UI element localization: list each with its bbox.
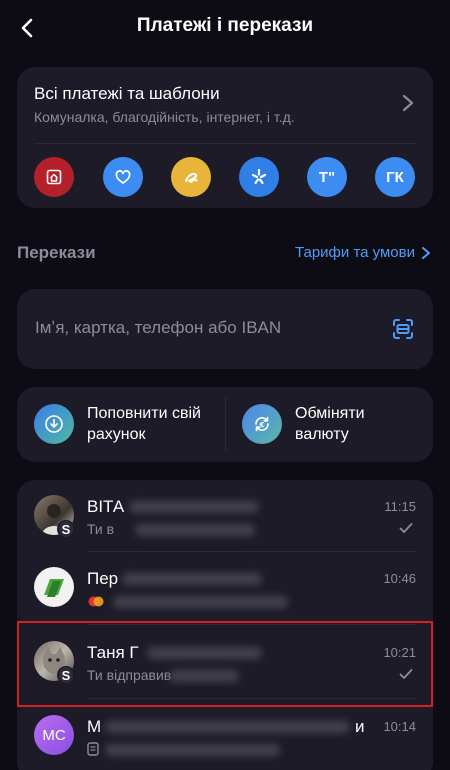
download-icon <box>45 415 63 433</box>
svg-text:€: € <box>259 421 265 429</box>
avatar-initials: МС <box>42 726 66 744</box>
topup-account-button[interactable]: Поповнити свій рахунок <box>17 387 225 462</box>
all-payments-card[interactable]: Всі платежі та шаблони Комуналка, благод… <box>17 67 433 208</box>
divider <box>34 143 416 144</box>
message-preview: Ти в <box>87 521 115 537</box>
contact-name: Пер <box>87 569 119 588</box>
privatbank-logo-icon <box>44 579 64 597</box>
shortcut-template-gk[interactable]: ГК <box>375 157 415 197</box>
timestamp: 10:14 <box>383 719 416 734</box>
shortcut-kyivstar[interactable] <box>239 157 279 197</box>
tariffs-link-label: Тарифи та умови <box>295 244 415 261</box>
exchange-icon-wrap: € <box>242 404 282 444</box>
topup-label: Поповнити свій рахунок <box>87 405 201 443</box>
avatar: МС <box>34 715 74 755</box>
document-icon <box>87 742 99 756</box>
topup-icon-wrap <box>34 404 74 444</box>
chevron-right-icon <box>422 246 430 259</box>
shortcut-charity[interactable] <box>103 157 143 197</box>
scan-card-icon[interactable] <box>391 317 415 341</box>
selection-highlight-box <box>17 621 433 707</box>
avatar <box>34 567 74 607</box>
home-icon <box>46 169 62 185</box>
mastercard-icon <box>88 596 104 607</box>
currency-exchange-icon: € <box>255 416 269 432</box>
all-payments-subtitle: Комуналка, благодійність, інтернет, і т.… <box>34 109 295 125</box>
redacted-text <box>135 524 255 536</box>
timestamp: 10:46 <box>383 571 416 586</box>
redacted-text <box>113 596 288 608</box>
shortcut-label: ГК <box>386 168 404 186</box>
heart-icon <box>115 170 131 184</box>
redacted-text <box>105 744 280 756</box>
exchange-label: Обміняти валюту <box>295 405 365 443</box>
redacted-text <box>122 573 262 585</box>
tariffs-link[interactable]: Тарифи та умови <box>295 244 431 261</box>
shortcut-label: Т" <box>318 168 336 186</box>
contact-name: М <box>87 717 102 736</box>
contact-name: ВІТА <box>87 497 125 516</box>
exchange-currency-button[interactable]: € Обміняти валюту <box>225 387 433 462</box>
quick-actions-card: Поповнити свій рахунок € Обміняти валюту <box>17 387 433 462</box>
shortcut-template-t[interactable]: Т" <box>307 157 347 197</box>
transfers-section-label: Перекази <box>17 243 96 262</box>
search-placeholder: Імʼя, картка, телефон або IBAN <box>35 318 282 337</box>
timestamp: 11:15 <box>384 499 416 514</box>
list-item[interactable]: Пер 10:46 <box>17 552 433 625</box>
shortcut-lifecell[interactable] <box>171 157 211 197</box>
list-item[interactable]: МС М и 10:14 <box>17 700 433 770</box>
redacted-text <box>129 501 259 513</box>
recipient-search-field[interactable]: Імʼя, картка, телефон або IBAN <box>17 289 433 369</box>
contact-name-suffix: и <box>355 717 365 736</box>
lifecell-icon <box>185 172 198 183</box>
kyivstar-icon <box>251 168 267 185</box>
shortcut-utilities[interactable] <box>34 157 74 197</box>
redacted-text <box>105 721 350 733</box>
header: Платежі і перекази <box>0 0 450 56</box>
chevron-right-icon <box>402 94 414 112</box>
checkmark-icon <box>399 523 413 533</box>
s-badge: S <box>57 520 75 538</box>
page-title: Платежі і перекази <box>136 15 314 36</box>
list-item[interactable]: S ВІТА Ти в 11:15 <box>17 480 433 553</box>
all-payments-title: Всі платежі та шаблони <box>34 84 220 103</box>
